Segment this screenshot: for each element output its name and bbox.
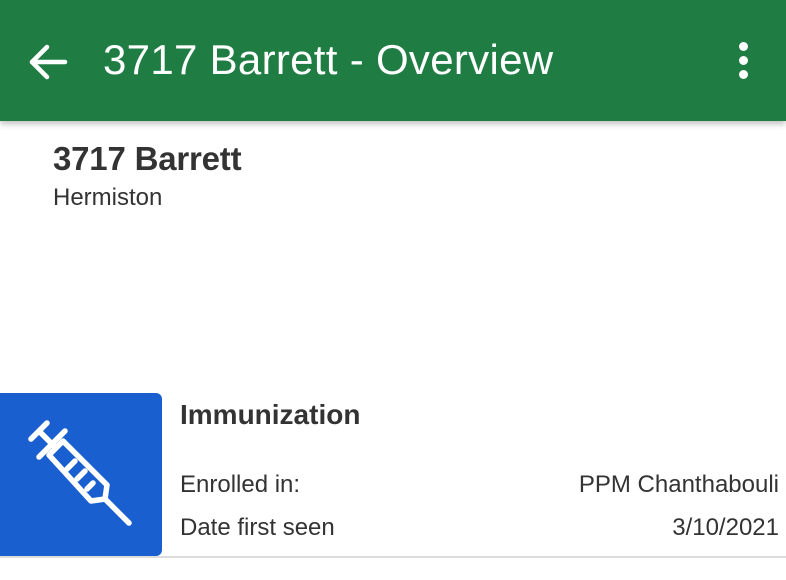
enrolled-in-value: PPM Chanthabouli	[578, 471, 779, 498]
back-button[interactable]	[22, 36, 74, 88]
divider	[0, 556, 786, 558]
more-vertical-icon	[738, 41, 748, 51]
date-first-seen-value: 3/10/2021	[672, 514, 779, 541]
app-bar: 3717 Barrett - Overview	[0, 0, 786, 121]
date-first-seen-label: Date first seen	[180, 514, 335, 541]
program-icon-tile	[0, 393, 162, 556]
patient-name: 3717 Barrett	[53, 140, 242, 177]
patient-header: 3717 Barrett Hermiston	[53, 138, 242, 214]
more-options-button[interactable]	[720, 36, 766, 84]
program-card-immunization[interactable]: Immunization Enrolled in: PPM Chanthabou…	[0, 393, 786, 556]
page-title: 3717 Barrett - Overview	[103, 36, 554, 83]
more-vertical-icon-dot	[738, 55, 748, 65]
enrolled-in-label: Enrolled in:	[180, 471, 301, 498]
arrow-left-icon	[29, 44, 68, 80]
syringe-icon	[28, 419, 132, 526]
more-vertical-icon-dot	[738, 69, 748, 79]
patient-location: Hermiston	[53, 184, 163, 211]
program-title: Immunization	[180, 399, 361, 430]
